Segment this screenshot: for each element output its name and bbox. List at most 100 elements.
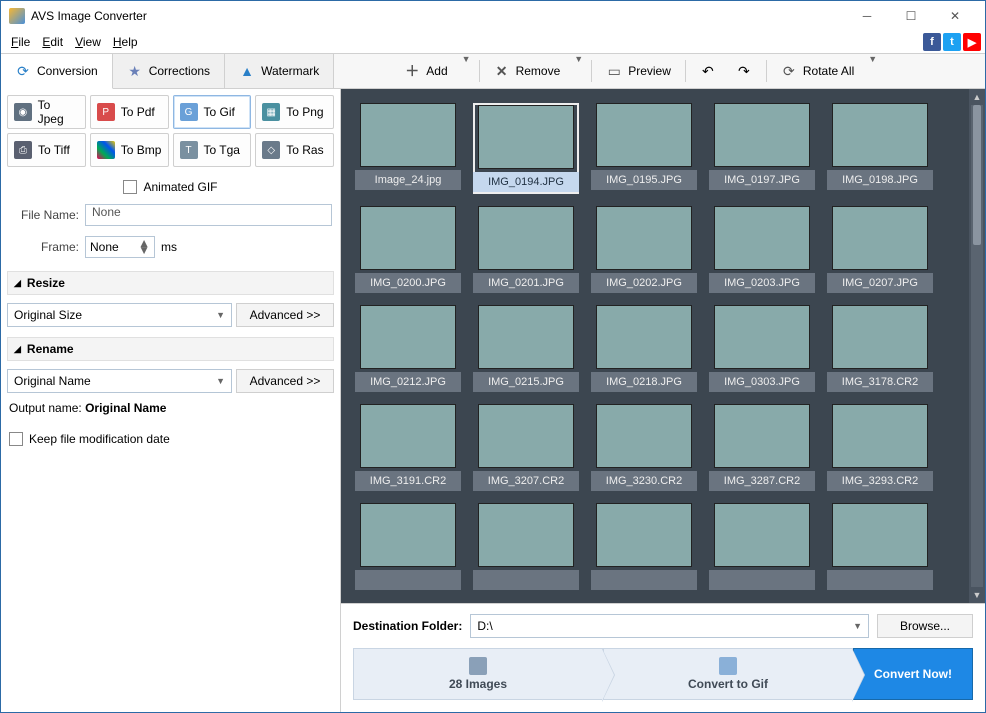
menu-file[interactable]: File bbox=[5, 33, 36, 51]
rename-advanced-button[interactable]: Advanced >> bbox=[236, 369, 334, 393]
thumbnail-image bbox=[360, 206, 456, 270]
thumbnail-image bbox=[478, 404, 574, 468]
frame-label: Frame: bbox=[9, 240, 79, 254]
thumbnail[interactable]: IMG_0198.JPG bbox=[827, 103, 933, 194]
thumbnail[interactable]: IMG_3178.CR2 bbox=[827, 305, 933, 392]
add-button[interactable]: ＋ Add bbox=[394, 54, 457, 88]
convert-now-button[interactable]: Convert Now! bbox=[853, 648, 973, 700]
thumbnail[interactable] bbox=[355, 503, 461, 590]
thumbnail[interactable]: Image_24.jpg bbox=[355, 103, 461, 194]
thumbnail-caption bbox=[709, 570, 815, 590]
thumbnail-image bbox=[360, 404, 456, 468]
rotate-right-button[interactable]: ↷ bbox=[726, 54, 762, 88]
thumbnail[interactable]: IMG_0203.JPG bbox=[709, 206, 815, 293]
thumbnail-image bbox=[360, 305, 456, 369]
rename-section-header[interactable]: ◢ Rename bbox=[7, 337, 334, 361]
maximize-button[interactable]: ☐ bbox=[889, 2, 933, 30]
format-tga[interactable]: TTo Tga bbox=[173, 133, 252, 167]
add-dropdown[interactable]: ▼ bbox=[458, 54, 475, 88]
thumbnail[interactable]: IMG_0207.JPG bbox=[827, 206, 933, 293]
keep-date-label: Keep file modification date bbox=[29, 432, 170, 446]
scroll-thumb[interactable] bbox=[973, 105, 981, 245]
resize-combo[interactable]: Original Size▼ bbox=[7, 303, 232, 327]
thumbnail-grid: Image_24.jpgIMG_0194.JPGIMG_0195.JPGIMG_… bbox=[341, 89, 985, 590]
thumbnail[interactable]: IMG_3191.CR2 bbox=[355, 404, 461, 491]
collapse-icon: ◢ bbox=[14, 278, 21, 289]
thumbnail-caption: IMG_3293.CR2 bbox=[827, 471, 933, 491]
thumbnail[interactable]: IMG_0197.JPG bbox=[709, 103, 815, 194]
thumbnail[interactable]: IMG_0303.JPG bbox=[709, 305, 815, 392]
thumbnail[interactable]: IMG_0202.JPG bbox=[591, 206, 697, 293]
resize-section-header[interactable]: ◢ Resize bbox=[7, 271, 334, 295]
thumbnail-image bbox=[360, 103, 456, 167]
resize-advanced-button[interactable]: Advanced >> bbox=[236, 303, 334, 327]
twitter-icon[interactable]: t bbox=[943, 33, 961, 51]
format-tiff[interactable]: ⎙To Tiff bbox=[7, 133, 86, 167]
pdf-icon: P bbox=[97, 103, 115, 121]
menu-edit[interactable]: Edit bbox=[36, 33, 69, 51]
tab-corrections[interactable]: ★ Corrections bbox=[113, 54, 225, 88]
thumbnail[interactable] bbox=[591, 503, 697, 590]
rotate-left-icon: ↶ bbox=[700, 63, 716, 79]
menu-view[interactable]: View bbox=[69, 33, 107, 51]
scrollbar[interactable]: ▲ ▼ bbox=[969, 89, 985, 603]
format-jpeg[interactable]: ◉To Jpeg bbox=[7, 95, 86, 129]
thumbnail-caption bbox=[827, 570, 933, 590]
format-png[interactable]: ▦To Png bbox=[255, 95, 334, 129]
youtube-icon[interactable]: ▶ bbox=[963, 33, 981, 51]
format-ras[interactable]: ◇To Ras bbox=[255, 133, 334, 167]
thumbnail[interactable]: IMG_3207.CR2 bbox=[473, 404, 579, 491]
rotate-left-button[interactable]: ↶ bbox=[690, 54, 726, 88]
thumbnail-caption: IMG_0203.JPG bbox=[709, 273, 815, 293]
close-button[interactable]: ✕ bbox=[933, 2, 977, 30]
scroll-up-icon[interactable]: ▲ bbox=[969, 89, 985, 105]
filename-label: File Name: bbox=[9, 208, 79, 222]
thumbnail[interactable]: IMG_0201.JPG bbox=[473, 206, 579, 293]
thumbnail-image bbox=[478, 105, 574, 169]
thumbnail[interactable]: IMG_3287.CR2 bbox=[709, 404, 815, 491]
minimize-button[interactable]: ─ bbox=[845, 2, 889, 30]
images-icon bbox=[469, 657, 487, 675]
format-bmp[interactable]: To Bmp bbox=[90, 133, 169, 167]
remove-button[interactable]: ✕ Remove bbox=[484, 54, 571, 88]
thumbnail-caption: IMG_0207.JPG bbox=[827, 273, 933, 293]
thumbnail-caption: IMG_0303.JPG bbox=[709, 372, 815, 392]
thumbnail[interactable] bbox=[473, 503, 579, 590]
monitor-icon: ▭ bbox=[606, 63, 622, 79]
rename-combo[interactable]: Original Name▼ bbox=[7, 369, 232, 393]
thumbnail[interactable]: IMG_0194.JPG bbox=[473, 103, 579, 194]
rotate-all-button[interactable]: ⟳ Rotate All bbox=[771, 54, 864, 88]
thumbnail[interactable]: IMG_0195.JPG bbox=[591, 103, 697, 194]
title-bar: AVS Image Converter ─ ☐ ✕ bbox=[1, 1, 985, 31]
remove-dropdown[interactable]: ▼ bbox=[570, 54, 587, 88]
tab-conversion[interactable]: ⟳ Conversion bbox=[1, 54, 113, 89]
preview-button[interactable]: ▭ Preview bbox=[596, 54, 681, 88]
star-icon: ★ bbox=[127, 63, 143, 79]
facebook-icon[interactable]: f bbox=[923, 33, 941, 51]
format-gif[interactable]: GTo Gif bbox=[173, 95, 252, 129]
thumbnail[interactable] bbox=[709, 503, 815, 590]
tab-watermark[interactable]: ▲ Watermark bbox=[225, 54, 334, 88]
thumbnail[interactable]: IMG_3230.CR2 bbox=[591, 404, 697, 491]
destination-combo[interactable]: D:\▼ bbox=[470, 614, 869, 638]
thumbnail[interactable]: IMG_0212.JPG bbox=[355, 305, 461, 392]
thumbnail[interactable] bbox=[827, 503, 933, 590]
format-pdf[interactable]: PTo Pdf bbox=[90, 95, 169, 129]
gif-target-icon bbox=[719, 657, 737, 675]
rotate-all-dropdown[interactable]: ▼ bbox=[864, 54, 881, 88]
thumbnail-image bbox=[596, 503, 692, 567]
thumbnail-caption bbox=[473, 570, 579, 590]
filename-input[interactable]: None bbox=[85, 204, 332, 226]
tga-icon: T bbox=[180, 141, 198, 159]
frame-spinner[interactable]: None ▲▼ bbox=[85, 236, 155, 258]
menu-help[interactable]: Help bbox=[107, 33, 144, 51]
tab-corrections-label: Corrections bbox=[149, 64, 210, 78]
thumbnail[interactable]: IMG_3293.CR2 bbox=[827, 404, 933, 491]
thumbnail[interactable]: IMG_0200.JPG bbox=[355, 206, 461, 293]
keep-date-checkbox[interactable] bbox=[9, 432, 23, 446]
animated-gif-checkbox[interactable] bbox=[123, 180, 137, 194]
scroll-down-icon[interactable]: ▼ bbox=[969, 587, 985, 603]
browse-button[interactable]: Browse... bbox=[877, 614, 973, 638]
thumbnail[interactable]: IMG_0218.JPG bbox=[591, 305, 697, 392]
thumbnail[interactable]: IMG_0215.JPG bbox=[473, 305, 579, 392]
